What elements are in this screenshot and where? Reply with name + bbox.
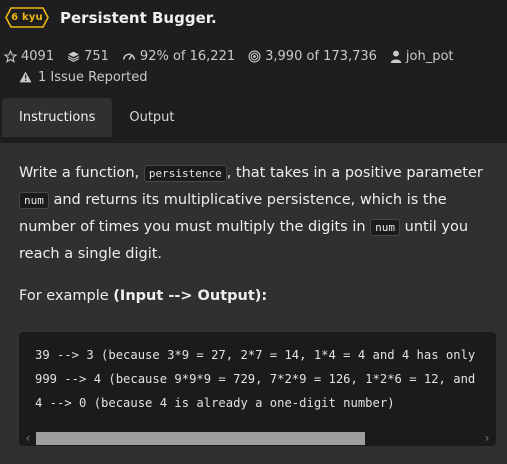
inline-code: num [370,219,401,236]
inline-code: num [19,192,49,209]
kata-header: 6 kyu Persistent Bugger. 4091 751 92% of… [0,0,507,143]
description-text: , that takes in a positive parameter [226,165,483,181]
tab-bar: Instructions Output [2,98,192,137]
tab-instructions[interactable]: Instructions [2,98,113,137]
collections-count: 751 [84,48,109,64]
code-line: 999 --> 4 (because 9*9*9 = 729, 7*2*9 = … [35,372,476,386]
issues-reported[interactable]: 1 Issue Reported [19,67,148,87]
instructions-panel: Write a function, persistence, that take… [0,143,507,464]
issues-label: 1 Issue Reported [38,69,148,85]
scrollbar-thumb[interactable] [36,432,365,445]
completions-count: 3,990 [265,48,303,64]
code-line: 39 --> 3 (because 3*9 = 27, 2*7 = 14, 1*… [35,348,476,362]
completions-total: of 173,736 [306,48,377,64]
satisfaction-votes: of 16,221 [172,48,236,64]
code-line: 4 --> 0 (because 4 is already a one-digi… [35,396,395,410]
rank-label: 6 kyu [11,12,43,23]
satisfaction-stat: 92% of 16,221 [122,49,235,64]
rank-badge: 6 kyu [5,7,49,28]
user-icon [390,50,402,63]
collections-stat[interactable]: 751 [67,49,109,64]
warning-icon [19,71,32,83]
target-icon [248,50,261,63]
example-io-label: (Input --> Output): [113,288,268,304]
kata-stats: 4091 751 92% of 16,221 3,990 of 173,736 … [4,46,467,66]
scroll-left-icon[interactable]: ‹ [21,429,35,446]
kata-title: Persistent Bugger. [60,9,217,27]
description-text: Write a function, [19,165,144,181]
author-stat[interactable]: joh_pot [390,49,454,64]
example-heading: For example (Input --> Output): [19,284,267,308]
satisfaction-rating: 92% [139,48,169,64]
gauge-icon [122,50,136,62]
example-prefix: For example [19,288,114,304]
scroll-right-icon[interactable]: › [480,429,494,446]
horizontal-scrollbar[interactable]: ‹ › [19,429,496,446]
code-lines: 39 --> 3 (because 3*9 = 27, 2*7 = 14, 1*… [35,343,475,415]
star-icon [4,49,17,63]
completions-stat: 3,990 of 173,736 [248,49,377,64]
inline-code: persistence [143,165,227,182]
kata-description: Write a function, persistence, that take… [19,160,499,267]
author-name: joh_pot [405,48,454,64]
stars-stat[interactable]: 4091 [4,49,54,64]
code-example-block: 39 --> 3 (because 3*9 = 27, 2*7 = 14, 1*… [19,332,496,446]
stars-count: 4091 [21,48,55,64]
stack-icon [67,50,80,63]
tab-output[interactable]: Output [112,98,191,137]
